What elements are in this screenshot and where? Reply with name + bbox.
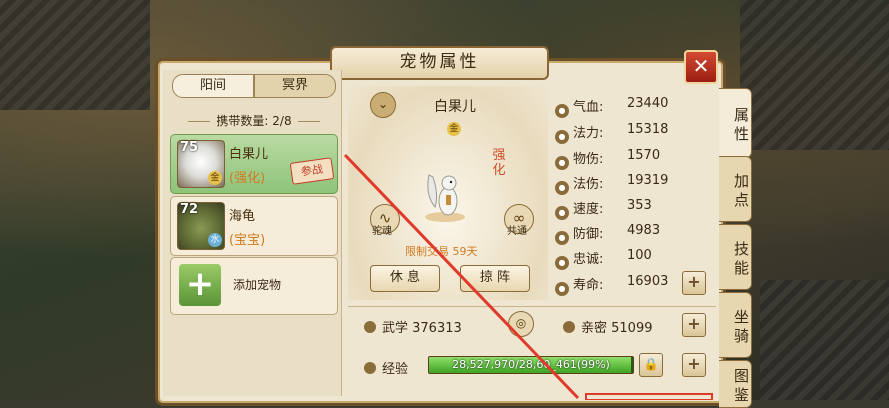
red-arrow-annotation <box>343 153 713 400</box>
